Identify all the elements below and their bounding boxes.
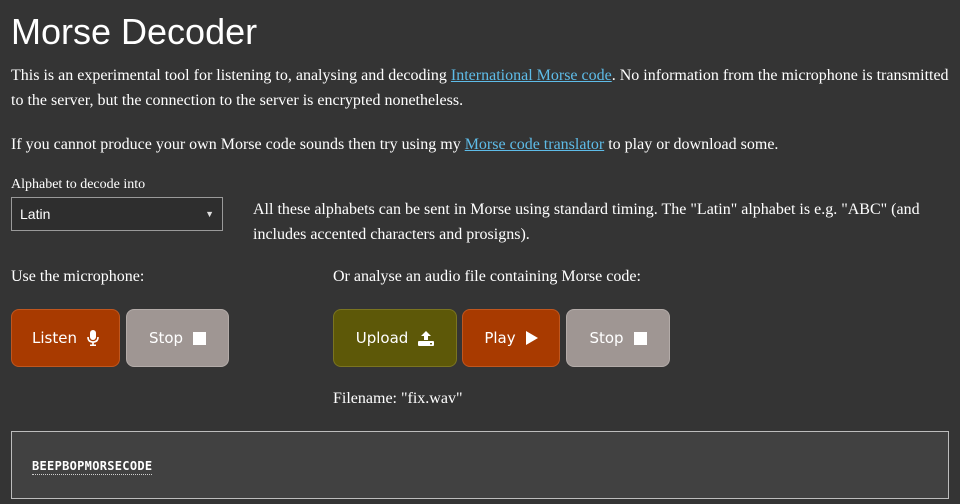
caret-down-icon: ▼ bbox=[205, 209, 214, 219]
microphone-icon bbox=[87, 330, 99, 346]
file-stop-button-label: Stop bbox=[589, 329, 624, 347]
microphone-section-label: Use the microphone: bbox=[11, 268, 145, 285]
alphabet-select[interactable]: Latin ▼ bbox=[11, 197, 223, 231]
decoded-output-text: BEEPBOPMORSECODE bbox=[32, 459, 153, 475]
alphabet-label: Alphabet to decode into bbox=[11, 177, 146, 192]
upload-icon bbox=[418, 330, 435, 346]
listen-button[interactable]: Listen bbox=[11, 309, 120, 367]
alphabet-section: Alphabet to decode into Latin ▼ All thes… bbox=[11, 176, 951, 243]
file-section-label: Or analyse an audio file containing Mors… bbox=[333, 268, 641, 285]
play-triangle-icon bbox=[525, 331, 538, 345]
mic-stop-button[interactable]: Stop bbox=[126, 309, 229, 367]
filename-text: Filename: "fix.wav" bbox=[333, 390, 463, 407]
morse-translator-link[interactable]: Morse code translator bbox=[465, 136, 605, 153]
decoded-output-box: BEEPBOPMORSECODE bbox=[11, 431, 949, 499]
file-stop-button[interactable]: Stop bbox=[566, 309, 670, 367]
listen-button-label: Listen bbox=[32, 329, 77, 347]
upload-button[interactable]: Upload bbox=[333, 309, 457, 367]
international-morse-code-link[interactable]: International Morse code bbox=[451, 67, 612, 84]
intro-text-before: This is an experimental tool for listeni… bbox=[11, 67, 451, 84]
page-title: Morse Decoder bbox=[11, 11, 258, 52]
mic-stop-button-label: Stop bbox=[148, 329, 184, 347]
stop-square-icon bbox=[193, 331, 207, 345]
alphabet-selected-value: Latin bbox=[20, 206, 51, 222]
page: Morse Decoder This is an experimental to… bbox=[0, 0, 960, 504]
play-button-label: Play bbox=[484, 329, 516, 347]
alphabet-note: All these alphabets can be sent in Morse… bbox=[253, 201, 920, 243]
upload-button-label: Upload bbox=[355, 329, 409, 347]
translator-text-before: If you cannot produce your own Morse cod… bbox=[11, 136, 465, 153]
translator-paragraph: If you cannot produce your own Morse cod… bbox=[11, 132, 949, 157]
intro-paragraph: This is an experimental tool for listeni… bbox=[11, 63, 949, 113]
translator-text-after: to play or download some. bbox=[604, 136, 779, 153]
play-button[interactable]: Play bbox=[462, 309, 560, 367]
stop-square-icon bbox=[633, 331, 647, 345]
